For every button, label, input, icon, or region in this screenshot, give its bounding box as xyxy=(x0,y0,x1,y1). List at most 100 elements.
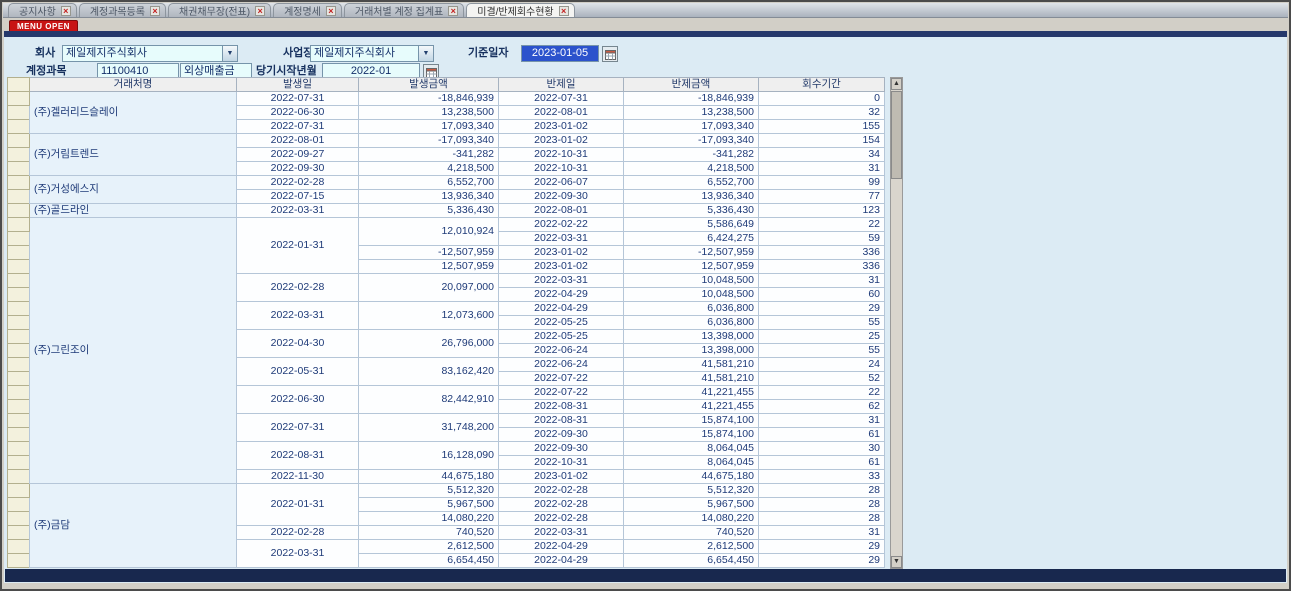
date-cell[interactable]: 2023-01-02 xyxy=(499,260,624,274)
date-cell[interactable]: 2023-01-02 xyxy=(499,246,624,260)
row-selector[interactable] xyxy=(8,372,30,386)
row-selector[interactable] xyxy=(8,386,30,400)
row-selector[interactable] xyxy=(8,204,30,218)
tab-3[interactable]: 채권채무장(전표)× xyxy=(168,3,271,17)
amount-cell[interactable]: 82,442,910 xyxy=(359,386,499,414)
amount-cell[interactable]: 740,520 xyxy=(624,526,759,540)
amount-cell[interactable]: 83,162,420 xyxy=(359,358,499,386)
amount-cell[interactable]: 41,581,210 xyxy=(624,372,759,386)
amount-cell[interactable]: 12,010,924 xyxy=(359,218,499,246)
row-selector[interactable] xyxy=(8,218,30,232)
amount-cell[interactable]: 2,612,500 xyxy=(359,540,499,554)
amount-cell[interactable]: 29 xyxy=(759,540,885,554)
date-cell[interactable]: 2022-07-22 xyxy=(499,386,624,400)
scroll-up-button[interactable]: ▲ xyxy=(891,78,902,90)
date-cell[interactable]: 2022-04-29 xyxy=(499,554,624,568)
amount-cell[interactable]: 336 xyxy=(759,260,885,274)
date-cell[interactable]: 2022-07-22 xyxy=(499,372,624,386)
amount-cell[interactable]: 6,654,450 xyxy=(624,554,759,568)
amount-cell[interactable]: 44,675,180 xyxy=(624,470,759,484)
date-cell[interactable]: 2022-05-31 xyxy=(237,358,359,386)
row-selector[interactable] xyxy=(8,120,30,134)
tab-close-icon[interactable]: × xyxy=(61,6,71,16)
amount-cell[interactable]: 12,507,959 xyxy=(624,260,759,274)
tab-close-icon[interactable]: × xyxy=(559,6,569,16)
date-cell[interactable]: 2022-04-29 xyxy=(499,288,624,302)
amount-cell[interactable]: 6,552,700 xyxy=(624,176,759,190)
date-cell[interactable]: 2022-02-28 xyxy=(499,498,624,512)
amount-cell[interactable]: 17,093,340 xyxy=(359,120,499,134)
date-cell[interactable]: 2022-03-31 xyxy=(237,540,359,568)
row-selector[interactable] xyxy=(8,456,30,470)
date-cell[interactable]: 2022-01-31 xyxy=(237,218,359,274)
amount-cell[interactable]: 6,036,800 xyxy=(624,316,759,330)
amount-cell[interactable]: 740,520 xyxy=(359,526,499,540)
amount-cell[interactable]: 5,967,500 xyxy=(624,498,759,512)
row-selector[interactable] xyxy=(8,330,30,344)
amount-cell[interactable]: 52 xyxy=(759,372,885,386)
row-selector[interactable] xyxy=(8,344,30,358)
amount-cell[interactable]: 10,048,500 xyxy=(624,274,759,288)
amount-cell[interactable]: 15,874,100 xyxy=(624,414,759,428)
customer-cell[interactable]: (주)거림트렌드 xyxy=(30,134,237,176)
date-cell[interactable]: 2022-09-30 xyxy=(499,442,624,456)
amount-cell[interactable]: 13,936,340 xyxy=(359,190,499,204)
amount-cell[interactable]: 5,512,320 xyxy=(624,484,759,498)
amount-cell[interactable]: 8,064,045 xyxy=(624,442,759,456)
amount-cell[interactable]: 99 xyxy=(759,176,885,190)
amount-cell[interactable]: 31 xyxy=(759,162,885,176)
amount-cell[interactable]: -12,507,959 xyxy=(624,246,759,260)
amount-cell[interactable]: -18,846,939 xyxy=(624,92,759,106)
amount-cell[interactable]: 17,093,340 xyxy=(624,120,759,134)
date-cell[interactable]: 2022-02-28 xyxy=(237,176,359,190)
amount-cell[interactable]: 10,048,500 xyxy=(624,288,759,302)
row-selector[interactable] xyxy=(8,414,30,428)
row-selector[interactable] xyxy=(8,134,30,148)
date-cell[interactable]: 2022-02-28 xyxy=(237,526,359,540)
amount-cell[interactable]: 22 xyxy=(759,218,885,232)
amount-cell[interactable]: 4,218,500 xyxy=(624,162,759,176)
amount-cell[interactable]: 60 xyxy=(759,288,885,302)
amount-cell[interactable]: 13,238,500 xyxy=(359,106,499,120)
date-cell[interactable]: 2022-10-31 xyxy=(499,456,624,470)
site-select[interactable]: 제일제지주식회사 ▼ xyxy=(310,45,434,62)
amount-cell[interactable]: 55 xyxy=(759,316,885,330)
amount-cell[interactable]: 6,552,700 xyxy=(359,176,499,190)
tab-5[interactable]: 거래처별 계정 집계표× xyxy=(344,3,464,17)
row-selector[interactable] xyxy=(8,540,30,554)
scroll-thumb[interactable] xyxy=(891,91,902,179)
date-cell[interactable]: 2022-05-25 xyxy=(499,316,624,330)
row-selector[interactable] xyxy=(8,512,30,526)
amount-cell[interactable]: 2,612,500 xyxy=(624,540,759,554)
amount-cell[interactable]: 12,073,600 xyxy=(359,302,499,330)
amount-cell[interactable]: -18,846,939 xyxy=(359,92,499,106)
column-header-3[interactable]: 발생금액 xyxy=(359,78,499,92)
date-cell[interactable]: 2022-07-31 xyxy=(237,92,359,106)
scroll-down-button[interactable]: ▼ xyxy=(891,556,902,568)
row-selector[interactable] xyxy=(8,484,30,498)
date-cell[interactable]: 2022-07-15 xyxy=(237,190,359,204)
amount-cell[interactable]: 13,936,340 xyxy=(624,190,759,204)
date-cell[interactable]: 2022-02-28 xyxy=(237,274,359,302)
row-selector[interactable] xyxy=(8,274,30,288)
date-cell[interactable]: 2022-07-31 xyxy=(237,120,359,134)
amount-cell[interactable]: 62 xyxy=(759,400,885,414)
date-cell[interactable]: 2022-07-31 xyxy=(237,414,359,442)
date-cell[interactable]: 2022-10-31 xyxy=(499,148,624,162)
amount-cell[interactable]: -17,093,340 xyxy=(624,134,759,148)
amount-cell[interactable]: 13,398,000 xyxy=(624,344,759,358)
tab-close-icon[interactable]: × xyxy=(448,6,458,16)
date-cell[interactable]: 2023-01-02 xyxy=(499,470,624,484)
amount-cell[interactable]: 14,080,220 xyxy=(359,512,499,526)
row-selector[interactable] xyxy=(8,176,30,190)
date-cell[interactable]: 2022-03-31 xyxy=(237,204,359,218)
date-cell[interactable]: 2022-03-31 xyxy=(499,526,624,540)
date-cell[interactable]: 2022-04-29 xyxy=(499,540,624,554)
amount-cell[interactable]: 12,507,959 xyxy=(359,260,499,274)
tab-4[interactable]: 계정명세× xyxy=(273,3,342,17)
row-selector[interactable] xyxy=(8,288,30,302)
row-selector[interactable] xyxy=(8,302,30,316)
amount-cell[interactable]: 5,586,649 xyxy=(624,218,759,232)
date-cell[interactable]: 2022-03-31 xyxy=(499,232,624,246)
amount-cell[interactable]: 32 xyxy=(759,106,885,120)
